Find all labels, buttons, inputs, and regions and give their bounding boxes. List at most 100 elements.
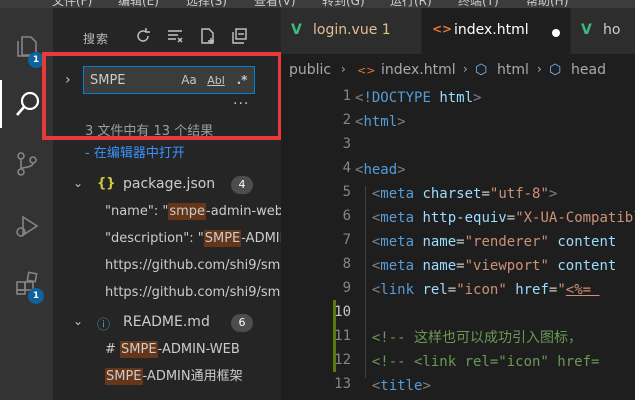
match-text: hi9/smpe [236,285,281,300]
result-count-badge: 4 [231,176,253,194]
source-control-icon [16,152,37,176]
breadcrumb-item[interactable]: public [289,62,331,78]
sidebar-title: 搜索 [83,32,110,46]
open-in-editor-link[interactable]: - 在编辑器中打开 [85,142,185,161]
match-text: -admin-web" [206,204,281,219]
menu-edit[interactable]: 编辑(E) [118,0,159,8]
match-text: -ADMIN [241,231,281,246]
match-line[interactable]: "description": "SMPE-ADMIN [105,228,281,250]
line-number: 12 [334,352,351,368]
match-text: "description": " [105,231,204,246]
result-file-package-json[interactable]: ⌄ {} package.json 4 [53,174,281,196]
match-line[interactable]: # SMPE-ADMIN-WEB [105,339,281,361]
tab-label: index.html [454,22,529,38]
result-file-readme-md[interactable]: ⌄ ⓘ README.md 6 [53,312,281,334]
line-number-gutter: 1 2 3 4 5 6 7 8 9 10 11 12 13 [281,84,351,400]
menu-selection[interactable]: 选择(S) [186,0,227,8]
code-line: <meta http-equiv="X-UA-Compatible" [371,210,635,226]
line-number: 4 [342,160,351,176]
line-number: 10 [334,304,351,320]
code-line: <head> [355,162,406,178]
match-text: -ADMIN-WEB [157,342,240,357]
match-text: hi9/smpe [236,258,281,273]
match-text: # [105,342,121,357]
code-line: <meta name="renderer" content [371,234,617,250]
menu-terminal[interactable]: 终端(T) [458,0,499,8]
line-number: 5 [342,184,351,200]
code-line: <!-- <link rel="icon" href= [371,354,600,370]
html-icon: <> [357,64,376,77]
breadcrumb-item[interactable]: html [497,62,529,78]
line-number: 6 [342,208,351,224]
breadcrumb: public › <> index.html › ⬡ html › ⬡ head [281,54,635,84]
refresh-button[interactable] [133,26,153,46]
vue-icon: V [291,22,302,38]
code-content[interactable]: <!DOCTYPE html> <html> <head> <meta char… [355,84,635,400]
extensions-button[interactable]: 1 [0,260,53,308]
menu-view[interactable]: 查看(V) [254,0,296,8]
vue-icon: V [581,22,592,38]
match-highlight: SMPE [120,341,158,358]
chevron-down-icon: ⌄ [73,176,84,190]
code-line: <meta charset="utf-8"> [371,186,558,202]
tab-label: ho [603,22,621,38]
breadcrumb-item[interactable]: head [571,62,606,78]
info-icon: ⓘ [97,318,111,333]
code-line: <!-- 这样也可以成功引入图标， [371,330,583,346]
git-added-indicator [333,300,336,372]
chevron-right-icon: › [341,62,346,76]
match-line[interactable]: "name": "smpe-admin-web" [105,201,281,223]
match-highlight: smpe [168,203,207,220]
clear-results-button[interactable] [165,26,185,46]
collapse-all-button[interactable] [229,26,249,46]
highlight-frame [42,52,282,140]
run-debug-button[interactable] [0,202,53,250]
line-number: 8 [342,256,351,272]
new-search-editor-button[interactable] [197,26,217,46]
search-icon [15,91,39,116]
menu-file[interactable]: 文件(F) [52,0,92,8]
line-number: 9 [342,280,351,296]
tab-login-vue[interactable]: V login.vue 1 [281,8,421,54]
code-line: <meta name="viewport" content [371,258,617,274]
chevron-right-icon: › [463,62,468,76]
breadcrumb-item[interactable]: index.html [381,62,456,78]
source-control-button[interactable] [0,140,53,188]
line-number: 11 [334,328,351,344]
menu-run[interactable]: 运行(R) [390,0,432,8]
tab-label: login.vue 1 [313,22,391,38]
menu-go[interactable]: 转到(G) [322,0,365,8]
refresh-icon [137,28,150,42]
element-icon: ⬡ [549,62,562,78]
code-line: <!DOCTYPE html> [355,90,482,106]
line-number: 1 [342,88,351,104]
result-file-name: README.md [123,314,210,330]
match-text: https://github.com/s [105,258,237,273]
line-number: 7 [342,232,351,248]
html-icon: <> [432,22,453,36]
menubar: 文件(F) 编辑(E) 选择(S) 查看(V) 转到(G) 运行(R) 终端(T… [0,0,635,8]
code-line: <title> [371,378,431,394]
json-icon: {} [97,176,116,191]
code-line: <html> [355,114,406,130]
chevron-right-icon: › [537,62,542,76]
line-number: 2 [342,112,351,128]
clear-all-icon [168,30,183,43]
chevron-down-icon: ⌄ [73,314,84,328]
new-file-icon [201,28,214,44]
sidebar-header: 搜索 [53,8,281,50]
code-editor[interactable]: 1 2 3 4 5 6 7 8 9 10 11 12 13 <!DOCTYPE … [281,84,635,400]
match-line[interactable]: SMPE-ADMIN通用框架 [105,366,281,388]
match-highlight: SMPE [203,230,242,247]
match-text: https://github.com/s [105,285,237,300]
tab-index-html[interactable]: <> index.html [422,8,570,54]
extensions-badge: 1 [28,288,44,304]
menu-help[interactable]: 帮助(H) [526,0,568,8]
unsaved-dot-icon[interactable] [552,29,560,37]
tab-home-vue[interactable]: V ho [571,8,635,54]
match-line[interactable]: https://github.com/shi9/smpe [105,255,281,277]
line-number: 3 [342,136,351,152]
result-file-name: package.json [123,176,216,192]
match-line[interactable]: https://github.com/shi9/smpe [105,282,281,304]
collapse-all-icon [232,28,247,44]
